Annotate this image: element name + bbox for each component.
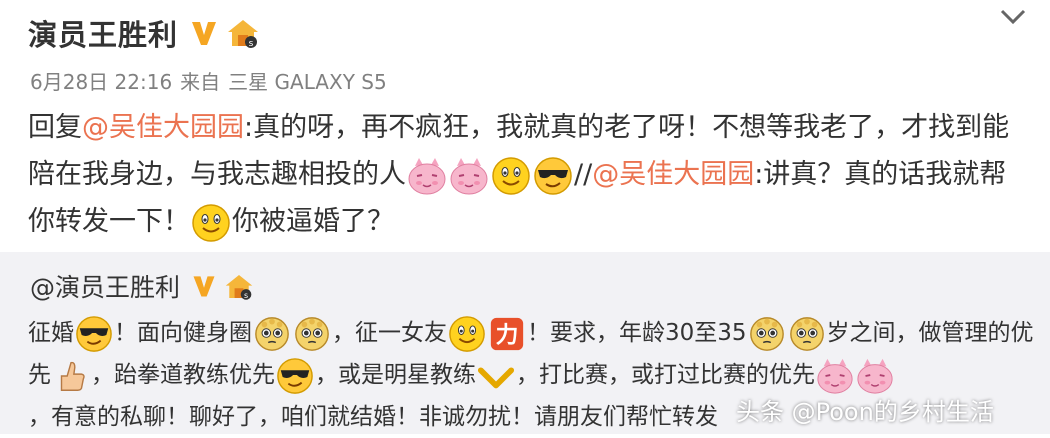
thumbs-up-emoji-icon (52, 357, 90, 395)
grin-emoji-icon (191, 203, 231, 243)
original-author: @演员王胜利 s (30, 268, 254, 304)
check-emoji-icon (477, 357, 515, 395)
post-text: ，征一女友 (332, 320, 447, 346)
chevron-down-icon[interactable] (998, 6, 1028, 28)
post-author: 演员王胜利 s (28, 12, 260, 54)
verified-v-icon (192, 22, 217, 45)
mention-link[interactable]: @吴佳大园园 (592, 159, 754, 190)
post-text: ，有意的私聊！聊好了，咱们就结婚！非诚勿扰！请朋友们帮忙转发 (28, 404, 718, 430)
reply-prefix: 回复 (28, 112, 82, 143)
post-meta: 6月28日 22:16 来自 三星 GALAXY S5 (30, 66, 395, 95)
original-author-name[interactable]: @演员王胜利 (30, 268, 180, 304)
cool-emoji-icon (533, 156, 573, 196)
mention-link[interactable]: @吴佳大园园 (82, 112, 244, 143)
grin-emoji-icon (448, 315, 486, 353)
grin-emoji-icon (491, 156, 531, 196)
member-level-icon: s (228, 20, 259, 48)
post-text: ，或是明星教练 (315, 362, 476, 388)
pig-emoji-icon (407, 156, 447, 196)
source-prefix: 来自 (180, 70, 221, 94)
power-li-emoji-icon (488, 315, 526, 353)
cool-emoji-icon (75, 315, 113, 353)
bun-emoji-icon (293, 315, 331, 353)
post-text: ！要求，年龄30至35 (527, 320, 747, 346)
pig-emoji-icon (856, 357, 894, 395)
watermark-text: 头条 @Poon的乡村生活 (736, 398, 994, 426)
post-body: 回复@吴佳大园园:真的呀，再不疯狂，我就真的老了呀！不想等我老了，才找到能陪在我… (28, 104, 1028, 245)
post-text: 征婚 (28, 320, 74, 346)
svg-text:s: s (249, 39, 254, 48)
author-name[interactable]: 演员王胜利 (28, 12, 178, 54)
post-text: ！面向健身圈 (114, 320, 252, 346)
weibo-post: 演员王胜利 s 6月28日 22:16 来自 三星 GALAXY S5 回复@吴佳大… (0, 0, 1050, 252)
verified-v-icon (193, 276, 215, 297)
bun-emoji-icon (748, 315, 786, 353)
member-level-icon: s (225, 274, 253, 299)
cool-emoji-icon (276, 357, 314, 395)
post-text: ，打比赛，或打过比赛的优先 (516, 362, 815, 388)
svg-text:s: s (244, 290, 248, 299)
bun-emoji-icon (253, 315, 291, 353)
bun-emoji-icon (788, 315, 826, 353)
pig-emoji-icon (816, 357, 854, 395)
repost-separator: // (574, 159, 593, 190)
pig-emoji-icon (449, 156, 489, 196)
source-device[interactable]: 三星 GALAXY S5 (228, 70, 387, 94)
post-text: ，跆拳道教练优先 (91, 362, 275, 388)
post-text: 你被逼婚了？ (232, 206, 394, 237)
post-date[interactable]: 6月28日 22:16 (30, 70, 172, 94)
